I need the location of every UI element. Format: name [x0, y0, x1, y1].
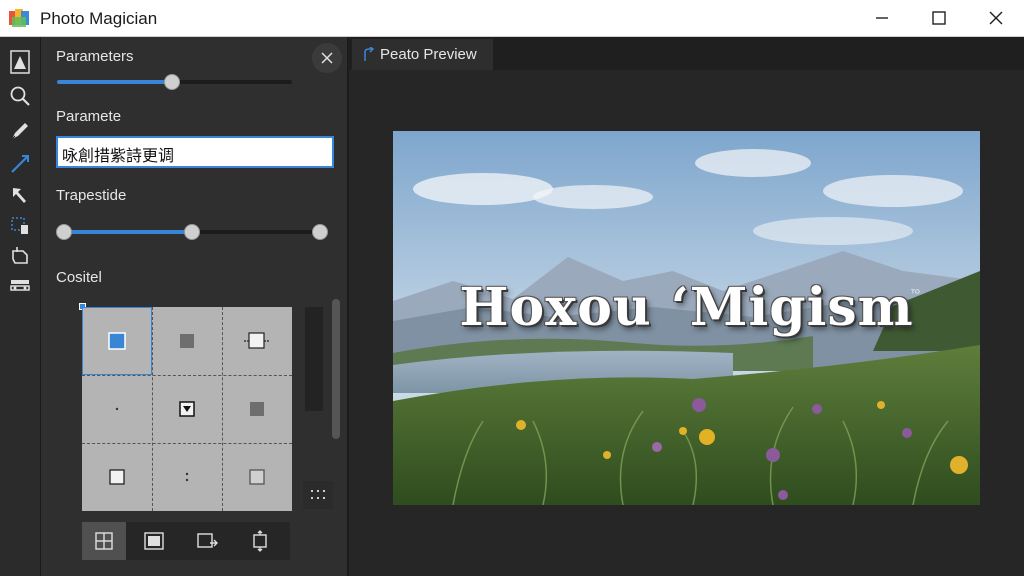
anchor-center[interactable] [152, 375, 222, 443]
center-marker-icon [179, 401, 195, 417]
rotate-mode-button[interactable] [238, 522, 282, 560]
preview-tab-bar: Peato Preview [349, 37, 1024, 70]
outline-square-icon [249, 469, 265, 485]
tool-transform[interactable] [7, 213, 33, 239]
trapezoid-high-thumb[interactable] [184, 224, 200, 240]
tool-zoom[interactable] [7, 83, 33, 109]
dots-grid-icon [311, 490, 325, 499]
text-param-label: Paramete [56, 108, 122, 125]
pen-icon [11, 123, 28, 140]
fill-mode-button[interactable] [132, 522, 176, 560]
maximize-icon [932, 11, 946, 25]
tool-strip [0, 37, 41, 576]
tab-preview[interactable]: Peato Preview [352, 39, 493, 70]
parameters-slider[interactable] [57, 74, 292, 90]
grid-mode-toolbar [82, 522, 290, 560]
snap-dots-button[interactable] [303, 481, 333, 509]
anchor-top-center[interactable] [152, 307, 222, 375]
frame-arrow-icon [197, 533, 218, 548]
arrow-icon [13, 188, 26, 203]
grid-icon [95, 532, 113, 550]
dot-icon [115, 407, 119, 411]
parameters-panel: Parameters Paramete 咏創措紫詩更调 Trapestide C… [41, 37, 348, 576]
tab-preview-label: Peato Preview [380, 46, 477, 63]
colon-dots-icon [185, 472, 189, 482]
trapezoid-range-fill [64, 230, 192, 234]
close-icon [989, 11, 1003, 25]
tool-crop[interactable] [7, 243, 33, 269]
outline-square-icon [109, 469, 125, 485]
line-icon [11, 155, 29, 173]
tool-image[interactable] [7, 49, 33, 75]
tool-arrow[interactable] [7, 183, 33, 209]
trapezoid-range-slider[interactable] [56, 224, 328, 240]
preview-area: Peato Preview Hoxou ‘Migism ᵀᴼ [349, 37, 1024, 576]
anchor-middle-right[interactable] [222, 375, 292, 443]
anchor-top-right[interactable] [222, 307, 292, 375]
trapezoid-end-thumb[interactable] [312, 224, 328, 240]
refresh-icon [364, 46, 375, 61]
filled-frame-icon [144, 532, 164, 550]
tool-layers[interactable] [7, 273, 33, 299]
grid-mode-button[interactable] [82, 522, 126, 560]
preview-photo[interactable]: Hoxou ‘Migism ᵀᴼ [393, 131, 980, 505]
anchor-top-left[interactable] [82, 307, 152, 375]
grid-side-track [305, 307, 323, 411]
parameters-label: Parameters [56, 48, 134, 65]
text-param-input[interactable]: 咏創措紫詩更调 [56, 136, 334, 168]
overlay-mark: ᵀᴼ [911, 289, 920, 300]
trapezoid-low-thumb[interactable] [56, 224, 72, 240]
export-mode-button[interactable] [186, 522, 230, 560]
cosite-label: Cositel [56, 269, 102, 286]
title-bar: Photo Magician [0, 0, 1024, 37]
overlay-title-text: Hoxou ‘Migism [459, 277, 914, 338]
app-logo-icon [9, 9, 29, 27]
parameters-slider-fill [57, 80, 173, 84]
trapezoid-label: Trapestide [56, 187, 127, 204]
selected-cell-outline [82, 307, 152, 375]
square-icon [180, 334, 194, 348]
window-title: Photo Magician [40, 9, 158, 28]
close-icon [321, 52, 333, 64]
square-icon [250, 402, 264, 416]
crop-icon [12, 247, 28, 264]
minimize-icon [876, 17, 888, 19]
rotate-frame-icon [253, 530, 267, 552]
transform-icon [11, 217, 28, 234]
panel-scrollbar[interactable] [332, 299, 340, 439]
tool-pen[interactable] [7, 118, 33, 144]
dashed-square-icon [244, 332, 270, 349]
layers-icon [10, 280, 30, 291]
anchor-grid [82, 307, 292, 511]
panel-close-button[interactable] [312, 43, 342, 73]
minimize-button[interactable] [854, 0, 910, 36]
anchor-bottom-right[interactable] [222, 443, 292, 511]
anchor-bottom-left[interactable] [82, 443, 152, 511]
close-window-button[interactable] [968, 0, 1024, 36]
tool-line[interactable] [7, 151, 33, 177]
zoom-icon [10, 86, 30, 106]
app-window: Photo Magician Parameters Paramete 咏創措紫詩… [0, 0, 1024, 576]
parameters-slider-thumb[interactable] [164, 74, 181, 90]
anchor-bottom-center[interactable] [152, 443, 222, 511]
maximize-button[interactable] [911, 0, 967, 36]
image-icon [10, 50, 30, 74]
anchor-middle-left[interactable] [82, 375, 152, 443]
